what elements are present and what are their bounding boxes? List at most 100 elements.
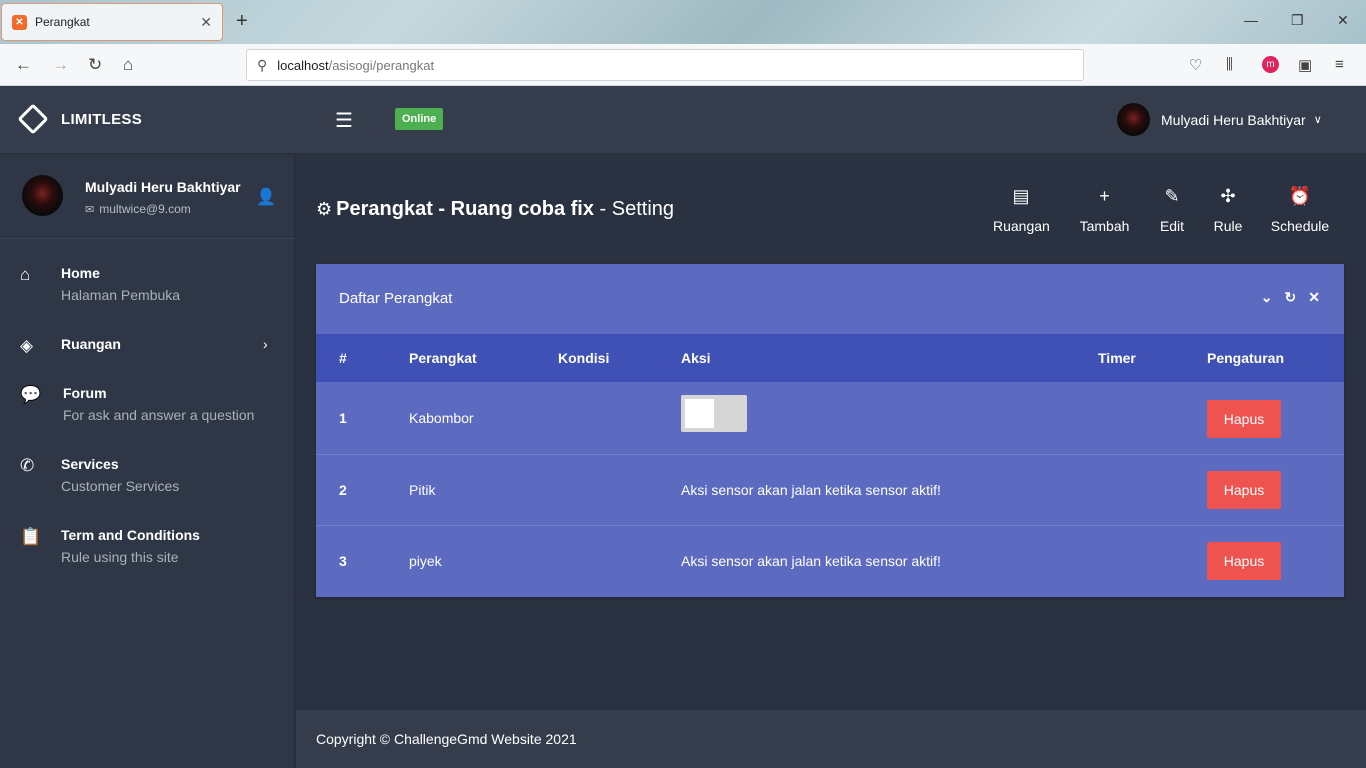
- brand-name: LIMITLESS: [61, 110, 143, 128]
- footer: Copyright © ChallengeGmd Website 2021: [296, 710, 1366, 768]
- sidebar-item-sub: For ask and answer a question: [63, 407, 255, 423]
- search-icon: ⚲: [257, 56, 268, 73]
- browser-tab-bar: ✕ Perangkat ✕ + — ❐ ✕: [0, 0, 1366, 44]
- card-tools: ⌄ ↻ ✕: [1261, 289, 1320, 306]
- restore-icon[interactable]: ❐: [1291, 12, 1304, 29]
- page-title-main: Perangkat - Ruang coba fix: [336, 198, 594, 220]
- device-name: piyek: [409, 553, 442, 569]
- gear-icon: ⚙: [316, 199, 333, 219]
- menu-icon[interactable]: ≡: [1335, 56, 1344, 73]
- column-header: Kondisi: [558, 350, 610, 366]
- app-header: LIMITLESS ☰ Online Mulyadi Heru Bakhtiya…: [0, 86, 1366, 154]
- ruangan-button[interactable]: ▤ Ruangan: [993, 186, 1050, 234]
- sidebar-toggle-icon[interactable]: ☰: [335, 108, 353, 133]
- column-header: Aksi: [681, 350, 711, 366]
- url-path: /asisogi/perangkat: [328, 57, 435, 73]
- puzzle-icon: ✣: [1220, 186, 1236, 206]
- card-header: Daftar Perangkat ⌄ ↻ ✕: [316, 264, 1344, 334]
- avatar: [1117, 103, 1150, 136]
- library-icon[interactable]: ⫼: [1226, 56, 1233, 73]
- page-title: ⚙ Perangkat - Ruang coba fix - Setting: [316, 198, 674, 221]
- tambah-button[interactable]: + Tambah: [1078, 186, 1131, 234]
- device-action: Aksi sensor akan jalan ketika sensor akt…: [681, 553, 941, 569]
- sidebar-user-email: ✉ multwice@9.com: [85, 202, 191, 216]
- refresh-icon[interactable]: ↻: [1285, 289, 1297, 306]
- tab-title: Perangkat: [35, 15, 90, 29]
- sidebar-item-label: Term and Conditions: [61, 527, 200, 543]
- rule-button[interactable]: ✣ Rule: [1213, 186, 1243, 234]
- home-browser-icon[interactable]: ⌂: [123, 55, 133, 75]
- xampp-favicon-icon: ✕: [12, 14, 27, 30]
- row-number: 1: [339, 410, 347, 426]
- user-settings-icon[interactable]: 👤: [256, 187, 276, 207]
- browser-toolbar: ← → ↻ ⌂ ⚲ localhost /asisogi/perangkat ♡…: [0, 44, 1366, 86]
- device-toggle[interactable]: [681, 395, 747, 432]
- schedule-button[interactable]: ⏰ Schedule: [1270, 186, 1330, 234]
- sidebar-item-label: Ruangan: [61, 336, 121, 352]
- table-header: # Perangkat Kondisi Aksi Timer Pengatura…: [316, 334, 1344, 382]
- screenshot-icon[interactable]: ▣: [1298, 56, 1312, 74]
- table-row: 3 piyek Aksi sensor akan jalan ketika se…: [316, 526, 1344, 597]
- row-number: 2: [339, 482, 347, 498]
- home-icon: ⌂: [20, 265, 31, 284]
- chevron-down-icon: ∨: [1313, 114, 1322, 126]
- column-header: #: [339, 350, 347, 366]
- status-badge: Online: [395, 108, 444, 130]
- action-label: Edit: [1159, 218, 1185, 234]
- card-title: Daftar Perangkat: [339, 290, 453, 307]
- sidebar-item-label: Home: [61, 265, 100, 281]
- url-host: localhost: [277, 57, 329, 73]
- url-bar[interactable]: ⚲ localhost /asisogi/perangkat: [246, 49, 1084, 81]
- action-label: Ruangan: [993, 218, 1050, 234]
- row-number: 3: [339, 553, 347, 569]
- avatar: [22, 175, 63, 216]
- chat-icon: 💬: [20, 385, 42, 404]
- plus-icon: +: [1099, 186, 1110, 206]
- alarm-clock-icon: ⏰: [1288, 186, 1312, 206]
- user-menu[interactable]: Mulyadi Heru Bakhtiyar ∨: [1117, 103, 1322, 136]
- pocket-icon[interactable]: ♡: [1189, 56, 1202, 74]
- action-label: Rule: [1213, 218, 1243, 234]
- sidebar-item-label: Services: [61, 456, 119, 472]
- brand-logo-icon: [17, 103, 49, 135]
- back-icon[interactable]: ←: [15, 55, 32, 75]
- window-close-icon[interactable]: ✕: [1337, 12, 1349, 29]
- sidebar-item-sub: Customer Services: [61, 478, 180, 494]
- edit-button[interactable]: ✎ Edit: [1158, 186, 1186, 234]
- phone-icon: ✆: [20, 456, 35, 475]
- extension-icon[interactable]: m: [1262, 56, 1279, 73]
- device-name: Kabombor: [409, 410, 474, 426]
- clipboard-icon: 📋: [20, 527, 42, 546]
- collapse-icon[interactable]: ⌄: [1261, 289, 1273, 306]
- sidebar-user-name: Mulyadi Heru Bakhtiyar: [85, 179, 241, 195]
- pencil-icon: ✎: [1164, 186, 1180, 206]
- sidebar-item-sub: Rule using this site: [61, 549, 179, 565]
- sidebar-item-sub: Halaman Pembuka: [61, 287, 181, 303]
- column-header: Timer: [1098, 350, 1136, 366]
- brand[interactable]: LIMITLESS: [17, 103, 143, 135]
- new-tab-icon[interactable]: +: [236, 10, 248, 33]
- action-label: Schedule: [1270, 218, 1330, 234]
- delete-button[interactable]: Hapus: [1207, 400, 1281, 438]
- copyright-text: Copyright © ChallengeGmd Website 2021: [316, 731, 577, 747]
- column-header: Perangkat: [409, 350, 477, 366]
- forward-icon[interactable]: →: [52, 55, 69, 75]
- sidebar: Mulyadi Heru Bakhtiyar ✉ multwice@9.com 👤…: [0, 155, 295, 768]
- minimize-icon[interactable]: —: [1244, 12, 1258, 28]
- delete-button[interactable]: Hapus: [1207, 542, 1281, 580]
- tab-close-icon[interactable]: ✕: [200, 14, 212, 31]
- layers-icon: ◈: [20, 336, 34, 355]
- device-action: Aksi sensor akan jalan ketika sensor akt…: [681, 482, 941, 498]
- browser-tab[interactable]: ✕ Perangkat ✕: [1, 3, 223, 41]
- device-name: Pitik: [409, 482, 436, 498]
- delete-button[interactable]: Hapus: [1207, 471, 1281, 509]
- column-header: Pengaturan: [1207, 350, 1285, 366]
- email-text: multwice@9.com: [99, 202, 191, 216]
- page-title-sub: - Setting: [599, 198, 675, 220]
- action-label: Tambah: [1079, 218, 1130, 234]
- server-icon: ▤: [1012, 186, 1030, 206]
- close-icon[interactable]: ✕: [1308, 289, 1320, 306]
- chevron-right-icon: ›: [263, 336, 268, 352]
- reload-icon[interactable]: ↻: [88, 55, 102, 75]
- table-row: 2 Pitik Aksi sensor akan jalan ketika se…: [316, 455, 1344, 526]
